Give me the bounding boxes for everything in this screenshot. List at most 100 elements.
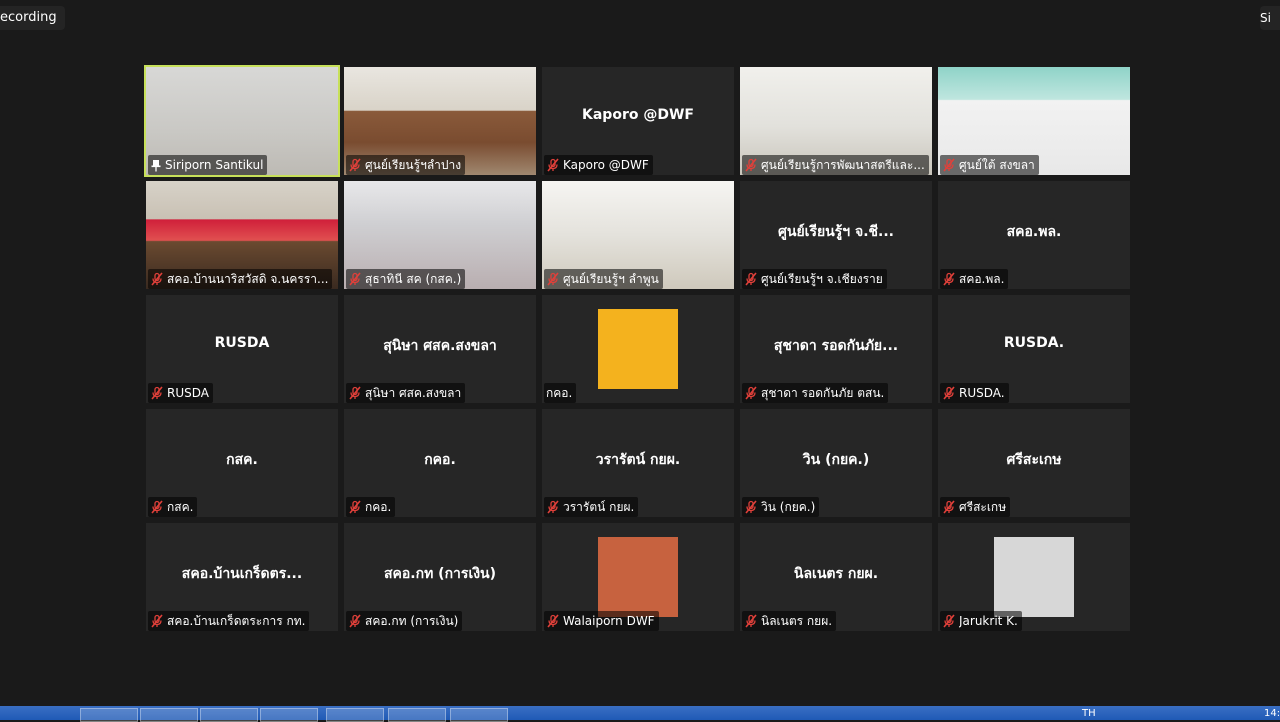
participant-tile[interactable]: สุชาดา รอดกันภัย... สุชาดา รอดกันภัย ตสน.	[740, 295, 932, 403]
mic-muted-icon	[745, 272, 757, 286]
mic-muted-icon	[943, 500, 955, 514]
mic-muted-icon	[943, 272, 955, 286]
participant-display-name: RUSDA.	[1003, 335, 1065, 351]
participant-display-name: วรารัตน์ กยผ.	[595, 452, 681, 468]
participant-name-tag: นิลเนตร กยผ.	[742, 611, 837, 631]
participant-name: สคอ.บ้านเกร็ดตระการ กท.	[167, 613, 306, 628]
participant-name: ศูนย์เรียนรู้การพัฒนาสตรีและ...	[761, 157, 925, 172]
participant-name: ศูนย์ใต้ สงขลา	[959, 157, 1035, 172]
participant-name: RUSDA	[167, 386, 209, 400]
participant-display-name: สคอ.พล.	[1006, 224, 1062, 240]
profile-picture	[994, 537, 1074, 617]
participant-tile[interactable]: ศูนย์เรียนรู้ฯ ลำพูน	[542, 181, 734, 289]
profile-picture	[598, 309, 678, 389]
participant-tile[interactable]: กสค. กสค.	[146, 409, 338, 517]
participant-name-tag: วิน (กยค.)	[742, 497, 820, 517]
mic-muted-icon	[547, 158, 559, 172]
participant-display-name: กสค.	[226, 452, 258, 468]
participant-tile[interactable]: สคอ.บ้านเกร็ดตร... สคอ.บ้านเกร็ดตระการ กท…	[146, 523, 338, 631]
mic-muted-icon	[943, 614, 955, 628]
participant-name-tag: ศูนย์เรียนรู้ฯ ลำพูน	[544, 269, 663, 289]
participant-name: กคอ.	[546, 385, 573, 400]
participant-name-tag: RUSDA	[148, 383, 213, 403]
participant-tile[interactable]: วรารัตน์ กยผ. วรารัตน์ กยผ.	[542, 409, 734, 517]
profile-picture	[598, 537, 678, 617]
participant-display-name: RUSDA	[214, 335, 270, 351]
mic-muted-icon	[547, 500, 559, 514]
participant-name: Siriporn Santikul	[165, 158, 264, 172]
participant-name: นิลเนตร กยผ.	[761, 613, 833, 628]
participant-name-tag: สคอ.บ้านนาริสวัสดิ จ.นครรา...	[148, 269, 333, 289]
participant-tile[interactable]: สุธาทินี สค (กสค.)	[344, 181, 536, 289]
participant-name: กสค.	[167, 499, 194, 514]
mic-muted-icon	[151, 272, 163, 286]
participant-name-tag: ศูนย์เรียนรู้การพัฒนาสตรีและ...	[742, 155, 929, 175]
participant-tile[interactable]: สุนิษา ศสค.สงขลา สุนิษา ศสค.สงขลา	[344, 295, 536, 403]
participant-name-tag: สุธาทินี สค (กสค.)	[346, 269, 466, 289]
participant-display-name: Kaporo @DWF	[582, 107, 694, 123]
participant-name-tag: วรารัตน์ กยผ.	[544, 497, 639, 517]
participant-display-name: ศูนย์เรียนรู้ฯ จ.ชี...	[778, 224, 894, 240]
participant-tile[interactable]: สคอ.บ้านนาริสวัสดิ จ.นครรา...	[146, 181, 338, 289]
mic-muted-icon	[349, 272, 361, 286]
participant-name-tag: สคอ.พล.	[940, 269, 1009, 289]
mic-muted-icon	[745, 386, 757, 400]
participant-name-tag: Walaiporn DWF	[544, 611, 659, 631]
mic-muted-icon	[547, 272, 559, 286]
participant-tile[interactable]: นิลเนตร กยผ. นิลเนตร กยผ.	[740, 523, 932, 631]
mic-muted-icon	[349, 500, 361, 514]
recording-label: ecording	[0, 10, 57, 25]
participant-name-tag: Kaporo @DWF	[544, 155, 653, 175]
participant-name: สุนิษา ศสค.สงขลา	[365, 385, 462, 400]
participant-tile[interactable]: กคอ. กคอ.	[344, 409, 536, 517]
participant-name-tag: กคอ.	[544, 383, 577, 403]
participant-tile[interactable]: Siriporn Santikul	[144, 65, 340, 177]
participant-display-name: วิน (กยค.)	[802, 452, 870, 468]
participant-name: ศรีสะเกษ	[959, 499, 1007, 514]
participant-name: วรารัตน์ กยผ.	[563, 499, 635, 514]
participant-tile[interactable]: Walaiporn DWF	[542, 523, 734, 631]
clock[interactable]: 14:	[1264, 708, 1280, 720]
pin-icon	[151, 159, 161, 171]
mic-muted-icon	[349, 386, 361, 400]
participant-tile[interactable]: ศูนย์เรียนรู้ฯ จ.ชี... ศูนย์เรียนรู้ฯ จ.เ…	[740, 181, 932, 289]
participant-tile[interactable]: สคอ.กท (การเงิน) สคอ.กท (การเงิน)	[344, 523, 536, 631]
participant-tile[interactable]: Jarukrit K.	[938, 523, 1130, 631]
participant-tile[interactable]: กคอ.	[542, 295, 734, 403]
participant-tile[interactable]: ศูนย์ใต้ สงขลา	[938, 67, 1130, 175]
participant-name-tag: สุนิษา ศสค.สงขลา	[346, 383, 466, 403]
participant-tile[interactable]: ศูนย์เรียนรู้การพัฒนาสตรีและ...	[740, 67, 932, 175]
participant-name: กคอ.	[365, 499, 392, 514]
participant-tile[interactable]: สคอ.พล. สคอ.พล.	[938, 181, 1130, 289]
mic-muted-icon	[547, 614, 559, 628]
participant-name-tag: ศูนย์ใต้ สงขลา	[940, 155, 1039, 175]
participant-name-tag: ศูนย์เรียนรู้ฯ จ.เชียงราย	[742, 269, 887, 289]
participant-tile[interactable]: ศรีสะเกษ ศรีสะเกษ	[938, 409, 1130, 517]
participant-name-tag: ศรีสะเกษ	[940, 497, 1011, 517]
participant-name-tag: กคอ.	[346, 497, 396, 517]
recording-indicator[interactable]: ecording	[0, 6, 65, 30]
participant-name: Kaporo @DWF	[563, 158, 649, 172]
participant-display-name: ศรีสะเกษ	[1006, 452, 1062, 468]
participant-name: สุชาดา รอดกันภัย ตสน.	[761, 385, 885, 400]
participant-name-tag: Siriporn Santikul	[148, 155, 268, 175]
mic-muted-icon	[349, 614, 361, 628]
participant-name: Walaiporn DWF	[563, 614, 655, 628]
language-indicator[interactable]: TH	[1082, 708, 1096, 720]
participant-tile[interactable]: วิน (กยค.) วิน (กยค.)	[740, 409, 932, 517]
mic-muted-icon	[151, 614, 163, 628]
participant-display-name: กคอ.	[424, 452, 456, 468]
participant-display-name: สุนิษา ศสค.สงขลา	[383, 338, 497, 354]
participant-tile[interactable]: Kaporo @DWF Kaporo @DWF	[542, 67, 734, 175]
participant-name-tag: ศูนย์เรียนรู้ฯลำปาง	[346, 155, 466, 175]
mic-muted-icon	[943, 158, 955, 172]
participant-display-name: สคอ.บ้านเกร็ดตร...	[181, 566, 303, 582]
participant-name-tag: กสค.	[148, 497, 198, 517]
mic-muted-icon	[943, 386, 955, 400]
participant-tile[interactable]: RUSDA RUSDA	[146, 295, 338, 403]
mic-muted-icon	[349, 158, 361, 172]
participant-tile[interactable]: ศูนย์เรียนรู้ฯลำปาง	[344, 67, 536, 175]
participant-name-tag: RUSDA.	[940, 383, 1009, 403]
participant-tile[interactable]: RUSDA. RUSDA.	[938, 295, 1130, 403]
view-button[interactable]: Si	[1260, 6, 1280, 30]
